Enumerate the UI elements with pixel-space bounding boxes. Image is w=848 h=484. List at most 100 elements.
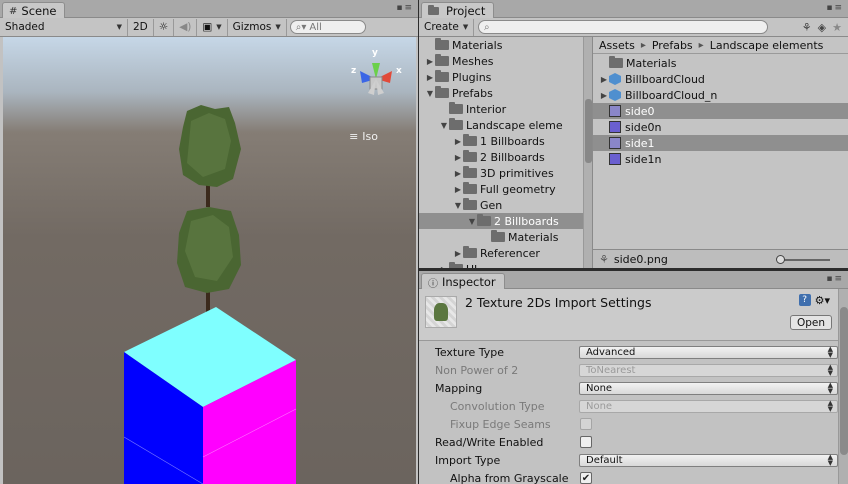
help-book-icon[interactable]: ? xyxy=(798,294,811,306)
folder-icon xyxy=(435,86,449,98)
chevron-right-icon[interactable]: ▶ xyxy=(453,153,463,162)
texture-thumbnail xyxy=(425,296,457,328)
non-power-of-2-dropdown[interactable]: ToNearest ▲ ▼ xyxy=(579,363,838,377)
tree-item[interactable]: ▼ Gen xyxy=(419,197,592,213)
tree-item[interactable]: ▼ Prefabs xyxy=(419,85,592,101)
updown-arrows-icon: ▲ ▼ xyxy=(827,453,833,467)
tree-item[interactable]: ▶ 2 Billboards xyxy=(419,149,592,165)
breadcrumb-item[interactable]: Assets xyxy=(599,39,635,52)
inspector-panel: ⓘ Inspector ▪≡ 2 Texture 2Ds Import Sett… xyxy=(419,271,848,484)
dropdown-value: None xyxy=(586,400,613,412)
chevron-right-icon[interactable]: ▶ xyxy=(453,169,463,178)
tree-item[interactable]: Interior xyxy=(419,101,592,117)
folder-icon xyxy=(463,166,477,178)
texture-icon xyxy=(609,137,621,149)
gizmos-dropdown[interactable]: Gizmos ▼ xyxy=(228,18,287,36)
toggle-2d-label: 2D xyxy=(133,21,148,33)
import-type-dropdown[interactable]: Default ▲ ▼ xyxy=(579,453,838,467)
tree-item-label: 2 Billboards xyxy=(480,150,545,164)
tree-item[interactable]: ▼ Landscape eleme xyxy=(419,117,592,133)
tree-item[interactable]: ▼ 2 Billboards xyxy=(419,213,592,229)
file-list-item[interactable]: ▶ BillboardCloud_n xyxy=(593,87,848,103)
tree-scrollbar[interactable] xyxy=(583,37,592,268)
chevron-right-icon[interactable]: ▶ xyxy=(599,75,609,84)
chevron-right-icon[interactable]: ▶ xyxy=(425,73,435,82)
breadcrumb-item[interactable]: Landscape elements xyxy=(710,39,824,52)
icon-size-slider[interactable] xyxy=(776,255,830,264)
gizmo-axis-z: z xyxy=(351,66,357,76)
tree-scrollbar-thumb[interactable] xyxy=(585,99,592,163)
tree-item-label: Plugins xyxy=(452,70,492,84)
tree-item[interactable]: Materials xyxy=(419,37,592,53)
filter-type-icon[interactable]: ⚘ xyxy=(802,21,812,34)
chevron-right-icon[interactable]: ▶ xyxy=(453,249,463,258)
tab-scene[interactable]: # Scene xyxy=(2,2,66,19)
file-list-item[interactable]: side1n xyxy=(593,151,848,167)
chevron-right-icon[interactable]: ▶ xyxy=(599,91,609,100)
filter-label-icon[interactable]: ◈ xyxy=(818,21,826,34)
search-icon: ⌕ xyxy=(484,21,490,33)
breadcrumb-item[interactable]: Prefabs xyxy=(652,39,693,52)
open-button[interactable]: Open xyxy=(789,315,832,330)
scene-window-menu-icon[interactable]: ▪≡ xyxy=(396,3,414,13)
fixup-edge-seams-checkbox[interactable] xyxy=(580,418,592,430)
property-label: Mapping xyxy=(435,381,483,395)
convolution-type-dropdown[interactable]: None ▲ ▼ xyxy=(579,399,838,413)
gear-icon[interactable]: ⚙▾ xyxy=(815,294,830,307)
tab-inspector[interactable]: ⓘ Inspector xyxy=(421,273,505,290)
project-statusbar: ⚘ side0.png xyxy=(593,249,848,268)
tree-item[interactable]: ▶ 3D primitives xyxy=(419,165,592,181)
tab-project[interactable]: Project xyxy=(421,2,495,19)
updown-arrows-icon: ▲ ▼ xyxy=(827,399,833,413)
chevron-down-icon[interactable]: ▼ xyxy=(439,121,449,130)
menu-lines-icon: ≡ xyxy=(349,130,359,143)
file-list-item[interactable]: side0 xyxy=(593,103,848,119)
project-search-input[interactable]: ⌕ xyxy=(478,20,768,34)
folder-icon xyxy=(435,54,449,66)
folder-icon xyxy=(463,198,477,210)
tree-item[interactable]: ▶ Full geometry xyxy=(419,181,592,197)
tree-item[interactable]: ▶ Referencer xyxy=(419,245,592,261)
chevron-down-icon[interactable]: ▼ xyxy=(453,201,463,210)
shading-mode-dropdown[interactable]: Shaded ▼ xyxy=(0,18,128,36)
inspector-scrollbar-thumb[interactable] xyxy=(840,307,848,455)
file-list-item[interactable]: Materials xyxy=(593,55,848,71)
lighting-toggle-button[interactable]: ☼ xyxy=(154,18,175,36)
dropdown-value: Advanced xyxy=(586,346,636,358)
scene-viewport[interactable]: y z x ≡ Iso xyxy=(3,37,416,484)
scene-search-input[interactable]: ⌕▾ All xyxy=(289,20,366,34)
favorite-star-icon[interactable]: ★ xyxy=(832,21,842,34)
tree-item[interactable]: ▶UI xyxy=(419,261,592,268)
property-label: Fixup Edge Seams xyxy=(450,417,551,431)
inspector-scrollbar[interactable] xyxy=(838,289,848,484)
project-window-menu-icon[interactable]: ▪≡ xyxy=(826,3,844,13)
chevron-right-icon[interactable]: ▶ xyxy=(453,185,463,194)
chevron-down-icon[interactable]: ▼ xyxy=(467,217,477,226)
project-tabbar: Project ▪≡ xyxy=(419,0,848,19)
inspector-window-menu-icon[interactable]: ▪≡ xyxy=(826,274,844,284)
file-list-item[interactable]: side0n xyxy=(593,119,848,135)
tree-item[interactable]: ▶ Plugins xyxy=(419,69,592,85)
effects-dropdown[interactable]: ▣ ▼ xyxy=(197,18,228,36)
orientation-gizmo[interactable]: y z x xyxy=(346,48,406,107)
toggle-2d-button[interactable]: 2D xyxy=(128,18,154,36)
chevron-right-icon[interactable]: ▶ xyxy=(425,57,435,66)
file-list-item[interactable]: side1 xyxy=(593,135,848,151)
chevron-down-icon: ▼ xyxy=(462,23,469,31)
tree-item[interactable]: ▶ Meshes xyxy=(419,53,592,69)
tree-item[interactable]: ▶ 1 Billboards xyxy=(419,133,592,149)
tree-item[interactable]: Materials xyxy=(419,229,592,245)
mapping-dropdown[interactable]: None ▲ ▼ xyxy=(579,381,838,395)
projection-toggle[interactable]: ≡ Iso xyxy=(349,130,378,143)
chevron-right-icon[interactable]: ▶ xyxy=(453,137,463,146)
chevron-down-icon[interactable]: ▼ xyxy=(425,89,435,98)
read-write-enabled-checkbox[interactable] xyxy=(580,436,592,448)
alpha-from-grayscale-checkbox[interactable]: ✔ xyxy=(580,472,592,484)
texture-type-dropdown[interactable]: Advanced ▲ ▼ xyxy=(579,345,838,359)
icon-size-slider-knob[interactable] xyxy=(776,255,785,264)
inspector-title: 2 Texture 2Ds Import Settings xyxy=(465,295,652,310)
audio-toggle-button[interactable]: ◀) xyxy=(174,18,198,36)
file-list-item[interactable]: ▶ BillboardCloud xyxy=(593,71,848,87)
file-item-label: side1n xyxy=(625,152,662,166)
create-dropdown[interactable]: Create ▼ xyxy=(419,18,474,36)
